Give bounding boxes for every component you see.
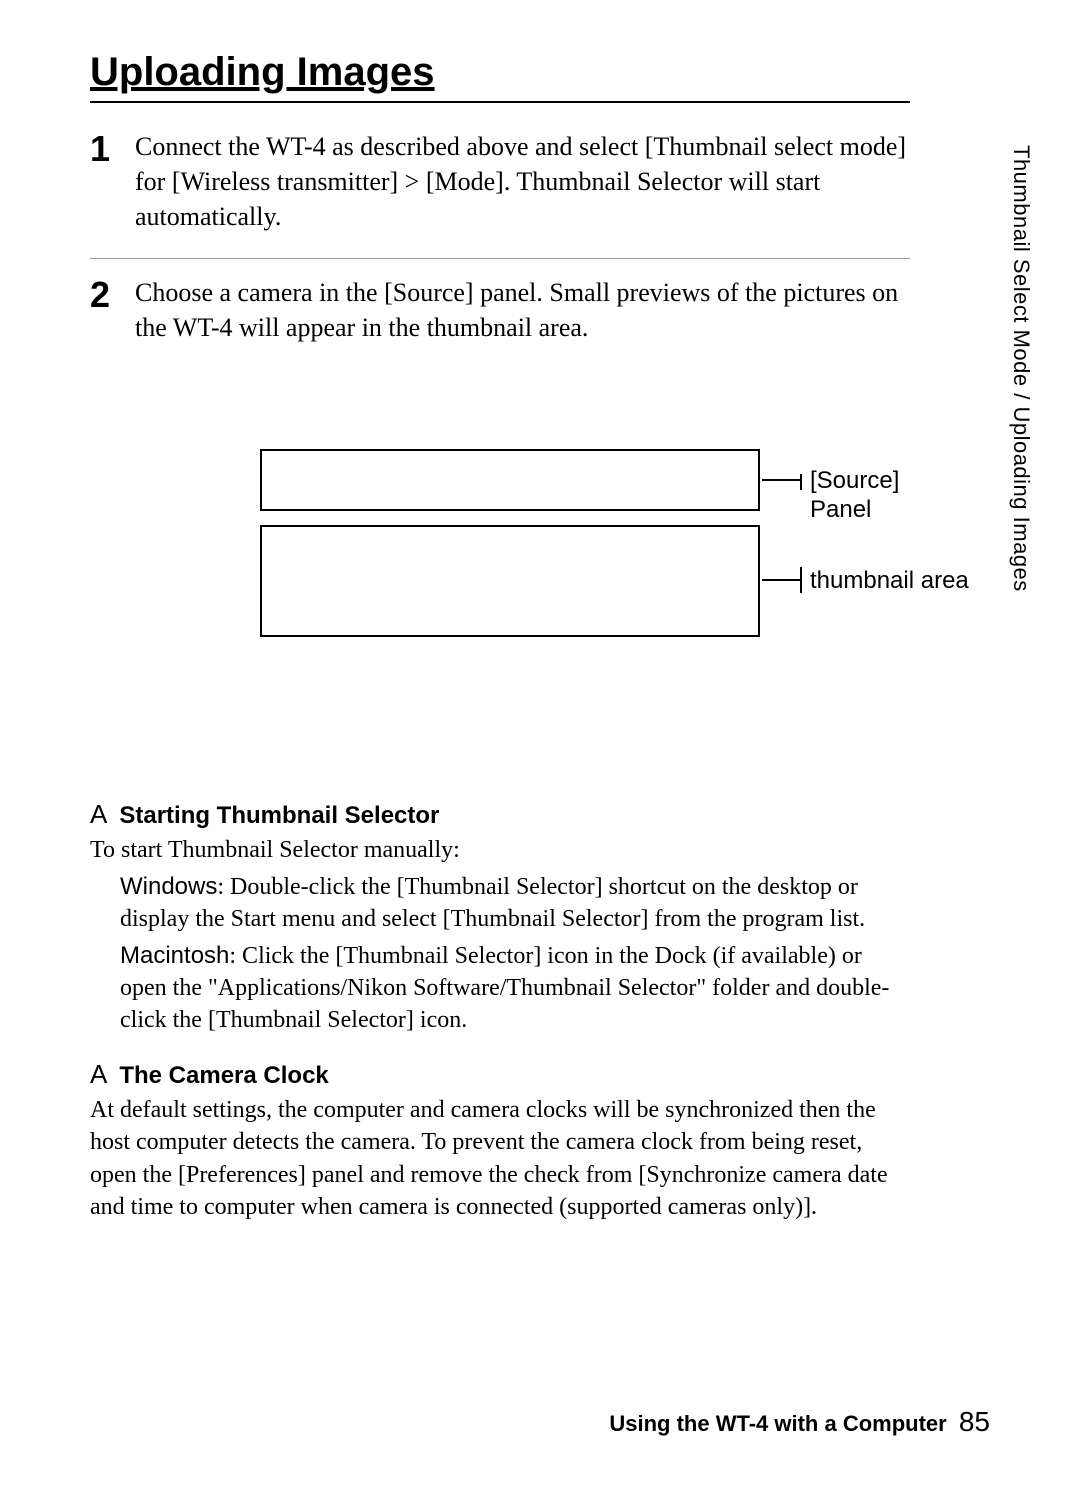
step-1: 1 Connect the WT-4 as described above an…	[90, 113, 910, 259]
footer-text: Using the WT-4 with a Computer	[609, 1411, 946, 1436]
diagram: [Source] Panel thumbnail area	[150, 449, 910, 739]
diagram-connector	[800, 567, 802, 593]
info-icon: A	[90, 799, 107, 829]
note-title: Starting Thumbnail Selector	[119, 802, 439, 829]
note-title: The Camera Clock	[119, 1062, 328, 1089]
note-macintosh: Macintosh: Click the [Thumbnail Selector…	[120, 940, 910, 1037]
note-intro: To start Thumbnail Selector manually:	[90, 834, 910, 866]
note-heading-clock: A The Camera Clock	[90, 1059, 910, 1090]
page-title: Uploading Images	[90, 50, 910, 103]
page-number: 85	[959, 1406, 990, 1437]
diagram-thumbnail-box	[260, 525, 760, 637]
diagram-connector	[762, 479, 800, 481]
platform-text: : Double-click the [Thumbnail Selector] …	[120, 874, 865, 932]
diagram-source-label: [Source] Panel	[810, 467, 910, 525]
step-2: 2 Choose a camera in the [Source] panel.…	[90, 259, 910, 369]
platform-label: Windows	[120, 873, 217, 900]
diagram-source-box	[260, 449, 760, 511]
diagram-connector	[762, 579, 800, 581]
side-tab: Thumbnail Select Mode / Uploading Images	[1008, 145, 1034, 592]
step-number: 1	[90, 129, 135, 234]
platform-text: : Click the [Thumbnail Selector] icon in…	[120, 943, 889, 1034]
step-number: 2	[90, 275, 135, 345]
step-text: Connect the WT-4 as described above and …	[135, 129, 910, 234]
platform-label: Macintosh	[120, 942, 229, 969]
diagram-connector	[800, 474, 802, 490]
footer: Using the WT-4 with a Computer 85	[609, 1406, 990, 1438]
step-text: Choose a camera in the [Source] panel. S…	[135, 275, 910, 345]
note-windows: Windows: Double-click the [Thumbnail Sel…	[120, 871, 910, 936]
info-icon: A	[90, 1059, 107, 1089]
note-heading-starting: A Starting Thumbnail Selector	[90, 799, 910, 830]
note-clock-text: At default settings, the computer and ca…	[90, 1094, 910, 1224]
diagram-thumbnail-label: thumbnail area	[810, 567, 980, 596]
